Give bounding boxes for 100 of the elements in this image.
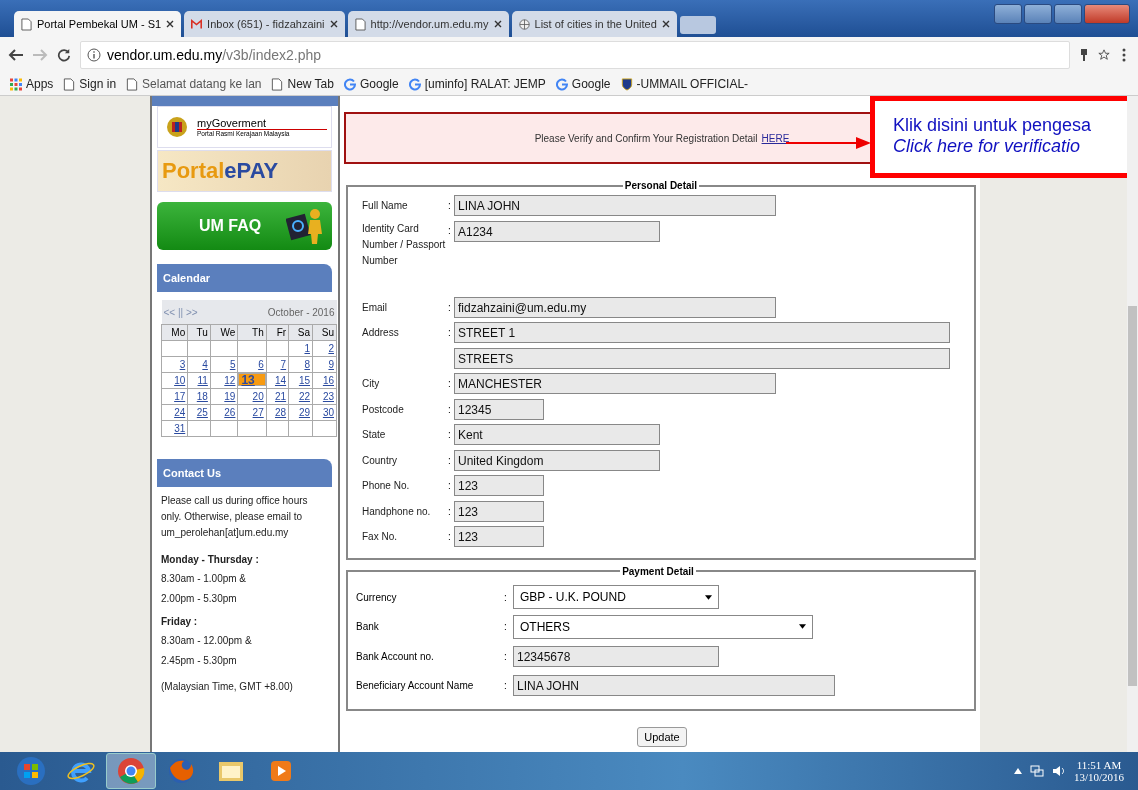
maximize-button[interactable] (1054, 4, 1082, 24)
volume-icon[interactable] (1051, 764, 1066, 778)
dropdown[interactable]: OTHERS (513, 614, 813, 639)
calendar-day[interactable]: 17 (161, 388, 188, 405)
calendar-day[interactable]: 15 (288, 372, 313, 389)
input-field[interactable]: 123 (454, 500, 544, 522)
bookmark-item[interactable]: Google (343, 77, 399, 91)
chrome-icon (116, 756, 146, 786)
clock-time[interactable]: 11:51 AM (1076, 759, 1122, 771)
colon: : (504, 680, 507, 692)
browser-tab[interactable]: Inbox (651) - fidzahzaini (184, 11, 345, 37)
user-button[interactable] (994, 4, 1022, 24)
bookmark-item[interactable]: [uminfo] RALAT: JEMP (408, 77, 546, 91)
calendar-day[interactable]: 23 (312, 388, 337, 405)
calendar-day[interactable]: 25 (187, 404, 211, 421)
notice-text: Please Verify and Confirm Your Registration Detail (534, 132, 758, 144)
calendar-day[interactable]: 30 (312, 404, 337, 421)
calendar-day[interactable]: 11 (187, 372, 211, 389)
browser-tab[interactable]: List of cities in the United (511, 11, 677, 37)
close-icon[interactable] (493, 20, 502, 28)
weekday-label: Mo (161, 324, 188, 341)
calendar-day[interactable]: 28 (266, 404, 289, 421)
reload-icon[interactable] (56, 48, 72, 62)
bookmark-item[interactable]: -UMMAIL OFFICIAL- (620, 77, 749, 91)
calendar-day[interactable]: 22 (288, 388, 313, 405)
browser-tab[interactable]: http://vendor.um.edu.my (347, 11, 509, 37)
close-button[interactable] (1084, 4, 1130, 24)
bookmark-item[interactable]: Google (555, 77, 611, 91)
calendar-day[interactable]: 13 (238, 373, 266, 386)
input-field[interactable]: 12345678 (513, 645, 719, 667)
input-field[interactable]: STREET 1 (454, 322, 950, 344)
calendar-day[interactable]: 18 (187, 388, 211, 405)
address-field[interactable]: vendor.um.edu.my/v3b/index2.php (80, 41, 1070, 69)
input-field[interactable]: 123 (454, 526, 544, 548)
pin-icon[interactable] (1078, 48, 1090, 62)
input-field[interactable]: MANCHESTER (454, 373, 776, 395)
calendar-day[interactable]: 21 (266, 388, 289, 405)
colon: : (504, 650, 507, 662)
calendar-day[interactable]: 12 (210, 372, 238, 389)
calendar-day[interactable]: 3 (161, 356, 188, 373)
windows-logo-icon (16, 756, 46, 786)
browser-tab[interactable]: Portal Pembekal UM - S1 (14, 11, 182, 37)
field-label: Fax No. (362, 531, 397, 543)
calendar-day[interactable]: 4 (187, 356, 211, 373)
input-field[interactable]: LINA JOHN (513, 675, 835, 697)
bookmark-item[interactable]: New Tab (271, 77, 334, 91)
back-icon[interactable] (8, 48, 24, 62)
network-icon[interactable] (1029, 764, 1044, 778)
dropdown[interactable]: GBP - U.K. POUND (513, 585, 719, 610)
calendar-day[interactable]: 31 (161, 420, 188, 437)
star-icon[interactable] (1098, 48, 1110, 62)
bookmark-item[interactable]: Apps (10, 77, 54, 91)
bookmark-item[interactable]: Selamat datang ke lan (126, 77, 262, 91)
here-link[interactable]: HERE (761, 132, 790, 144)
colon: : (448, 429, 451, 441)
close-icon[interactable] (661, 20, 670, 28)
field-label: Bank (356, 621, 380, 633)
calendar-day[interactable]: 16 (312, 372, 337, 389)
calendar-day[interactable]: 26 (210, 404, 238, 421)
callout-box[interactable]: Klik disini untuk pengesa Click here for verificatio (870, 96, 1127, 178)
scrollbar-thumb[interactable] (1128, 306, 1137, 686)
colon: : (448, 301, 451, 313)
new-tab-button[interactable] (679, 16, 716, 34)
field-label: City (362, 378, 380, 390)
epay-banner[interactable]: PortalePAY (157, 150, 332, 192)
bookmark-item[interactable]: Sign in (63, 77, 117, 91)
calendar-day[interactable]: 5 (210, 356, 238, 373)
input-field[interactable]: STREETS (454, 347, 950, 369)
calendar-day[interactable]: 7 (266, 356, 289, 373)
input-field[interactable]: United Kingdom (454, 449, 660, 471)
calendar-day[interactable]: 9 (312, 356, 337, 373)
weekday-label: Fr (266, 324, 289, 341)
input-field[interactable]: fidzahzaini@um.edu.my (454, 296, 776, 318)
expand-icon[interactable] (1013, 768, 1022, 774)
minimize-button[interactable] (1024, 4, 1052, 24)
calendar-day[interactable]: 8 (288, 356, 313, 373)
calendar-day[interactable]: 2 (312, 340, 337, 357)
input-field[interactable]: LINA JOHN (454, 195, 776, 217)
calendar-day[interactable]: 10 (161, 372, 188, 389)
caret-icon (705, 594, 712, 600)
calendar-day[interactable]: 29 (288, 404, 313, 421)
update-button[interactable]: Update (637, 726, 687, 747)
field-label: Phone No. (362, 480, 410, 492)
calendar-day[interactable]: 1 (288, 340, 313, 357)
input-field[interactable]: A1234 (454, 220, 660, 242)
calendar-day[interactable]: 27 (237, 404, 267, 421)
calendar-day[interactable]: 24 (161, 404, 188, 421)
close-icon[interactable] (166, 20, 175, 28)
input-field[interactable]: 123 (454, 475, 544, 497)
calendar-day[interactable]: 20 (237, 388, 267, 405)
calendar-day[interactable]: 19 (210, 388, 238, 405)
close-icon[interactable] (329, 20, 338, 28)
input-field[interactable]: 12345 (454, 398, 544, 420)
calendar-day[interactable]: 6 (237, 356, 267, 373)
clock-date[interactable]: 13/10/2016 (1073, 771, 1124, 783)
taskbar-app[interactable] (106, 753, 156, 789)
callout-text: Click here for verificatio (893, 136, 1081, 157)
input-field[interactable]: Kent (454, 424, 660, 446)
menu-icon[interactable] (1122, 48, 1126, 62)
calendar-day[interactable]: 14 (266, 372, 289, 389)
